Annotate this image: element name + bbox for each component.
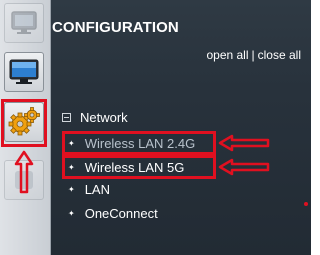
bullet-icon: ✦: [68, 209, 75, 218]
marker-dot: [304, 202, 308, 206]
monitor-icon: [10, 10, 38, 36]
highlight-box-wireless-5g: [62, 155, 216, 179]
icon-rail: [0, 0, 51, 255]
rail-display-button[interactable]: [4, 52, 44, 92]
tree-node-network[interactable]: Network: [62, 110, 128, 125]
configuration-app: CONFIGURATION open all | close all Network…: [0, 0, 311, 255]
tree-node-label: Network: [80, 110, 128, 125]
rail-monitor-button[interactable]: [4, 3, 44, 43]
left-arrow-icon: [218, 134, 270, 152]
panel-title: CONFIGURATION: [52, 19, 179, 36]
display-icon: [8, 57, 40, 87]
highlight-box-configuration: [1, 99, 47, 147]
tree-item-lan[interactable]: ✦ LAN: [68, 182, 110, 197]
link-separator: |: [251, 48, 255, 62]
tree-item-label: OneConnect: [84, 206, 158, 221]
tree-controls: open all | close all: [206, 48, 301, 62]
open-all-link[interactable]: open all: [206, 48, 248, 62]
close-all-link[interactable]: close all: [258, 48, 301, 62]
tree-item-label: LAN: [84, 182, 110, 197]
collapse-icon[interactable]: [62, 113, 71, 122]
tree-item-oneconnect[interactable]: ✦ OneConnect: [68, 206, 158, 221]
bullet-icon: ✦: [68, 185, 75, 194]
left-arrow-icon: [218, 158, 270, 176]
highlight-box-wireless-24g: [62, 131, 216, 155]
up-arrow-icon: [14, 150, 34, 194]
